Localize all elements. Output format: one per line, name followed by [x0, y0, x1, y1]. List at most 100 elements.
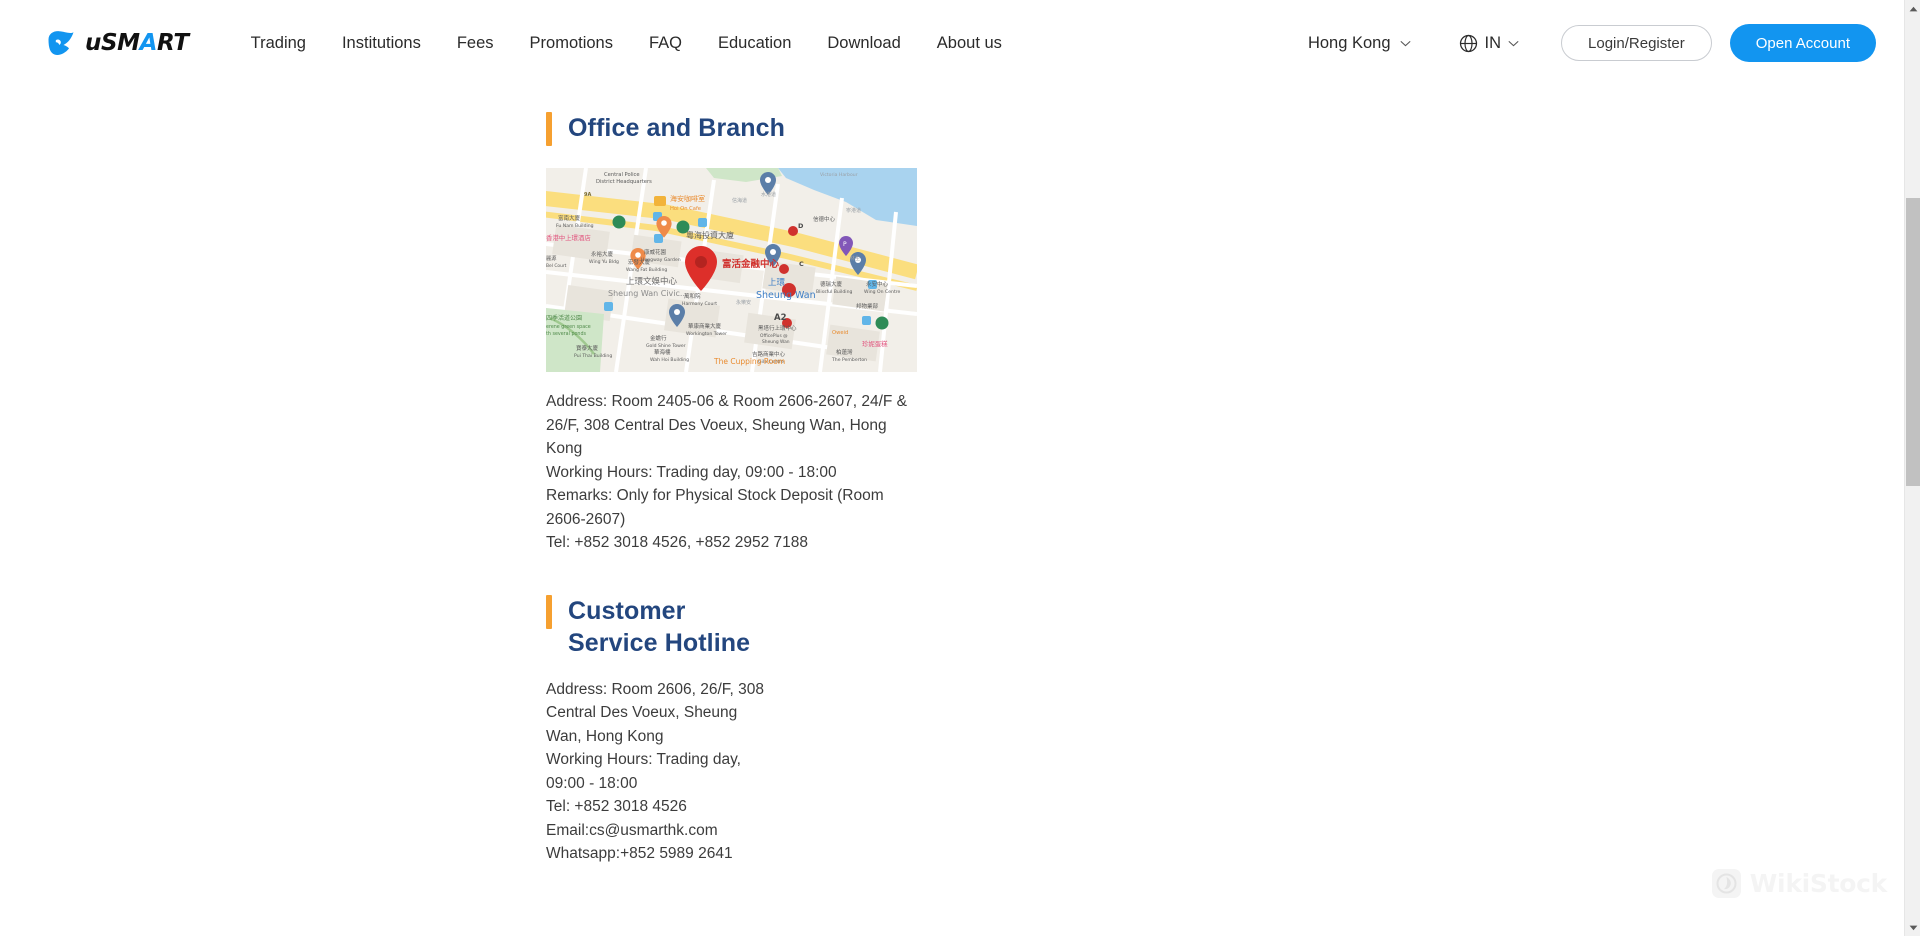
svg-text:Sheung Wan Civic...: Sheung Wan Civic... [608, 289, 688, 298]
svg-text:P: P [843, 241, 847, 248]
header-actions: Hong Kong IN Login/Register Open Account [1298, 24, 1876, 62]
svg-text:Harmony Court: Harmony Court [682, 301, 717, 307]
svg-text:A2: A2 [774, 313, 787, 323]
svg-text:District Headquarters: District Headquarters [596, 179, 652, 185]
nav-item-education[interactable]: Education [700, 0, 809, 86]
site-header: uSMART Trading Institutions Fees Promoti… [0, 0, 1904, 86]
svg-text:Gold Shine Tower: Gold Shine Tower [646, 343, 686, 349]
office-details: Address: Room 2405-06 & Room 2606-2607, … [546, 390, 926, 555]
nav-item-fees[interactable]: Fees [439, 0, 512, 86]
section-office-and-branch: Office and Branch Central Police Distric… [546, 112, 926, 555]
svg-text:德瑞大廈: 德瑞大廈 [820, 280, 843, 288]
svg-text:The Cupping Room: The Cupping Room [713, 357, 785, 366]
nav-item-download[interactable]: Download [809, 0, 918, 86]
svg-text:Sheung Wan: Sheung Wan [762, 339, 790, 345]
svg-text:麗源: 麗源 [546, 254, 557, 262]
section-heading-office: Office and Branch [546, 112, 926, 146]
svg-text:金蟾行: 金蟾行 [650, 334, 667, 342]
svg-text:粵海投資大廈: 粵海投資大廈 [686, 230, 734, 240]
svg-text:D: D [798, 222, 804, 230]
svg-text:華海樓: 華海樓 [654, 348, 671, 356]
svg-text:Oweid: Oweid [832, 330, 848, 336]
brand-wordmark: uSMART [85, 30, 189, 56]
svg-text:珍妮蛋糕: 珍妮蛋糕 [862, 339, 888, 348]
login-register-button[interactable]: Login/Register [1561, 25, 1712, 61]
svg-text:Bel Court: Bel Court [546, 263, 567, 269]
svg-text:永裕大廈: 永裕大廈 [591, 250, 614, 258]
svg-text:Wah Hoi Building: Wah Hoi Building [650, 357, 689, 363]
svg-text:四季活道公園: 四季活道公園 [546, 314, 582, 322]
svg-text:康威花園: 康威花園 [644, 248, 667, 256]
svg-text:寶泰大廈: 寶泰大廈 [576, 344, 599, 352]
svg-text:Hoi On Cafe: Hoi On Cafe [670, 206, 701, 212]
scroll-up-arrow-icon[interactable] [1905, 0, 1920, 17]
hotline-email: Email:cs@usmarthk.com [546, 821, 718, 839]
wikistock-logo-icon [1711, 869, 1741, 898]
nav-item-faq[interactable]: FAQ [631, 0, 700, 86]
usmart-bird-logo-icon [48, 30, 74, 55]
office-address: Address: Room 2405-06 & Room 2606-2607, … [546, 393, 908, 457]
svg-text:Wing Yu Bldg: Wing Yu Bldg [589, 259, 619, 265]
language-label: IN [1484, 33, 1502, 52]
wikistock-watermark: WikiStock [1711, 869, 1888, 898]
svg-text:香港中上環酒店: 香港中上環酒店 [546, 233, 591, 242]
svg-text:富活金融中心: 富活金融中心 [722, 258, 780, 270]
svg-text:永樂安: 永樂安 [736, 299, 751, 306]
hotline-working-hours: Working Hours: Trading day, 09:00 - 18:0… [546, 751, 741, 792]
svg-text:Wang Fat Building: Wang Fat Building [626, 267, 667, 273]
svg-text:9A: 9A [584, 192, 591, 198]
globe-icon [1459, 34, 1477, 52]
main-navigation: Trading Institutions Fees Promotions FAQ… [233, 0, 1020, 86]
brand-logo[interactable]: uSMART [46, 30, 189, 57]
hotline-tel: Tel: +852 3018 4526 [546, 798, 687, 815]
svg-text:黑塔行上環中心: 黑塔行上環中心 [758, 324, 797, 332]
svg-text:Workington Tower: Workington Tower [686, 331, 727, 337]
heading-accent-bar [546, 112, 552, 146]
svg-text:erene green space: erene green space [546, 324, 591, 330]
section-customer-service-hotline: Customer Service Hotline Address: Room 2… [546, 594, 926, 866]
nav-item-promotions[interactable]: Promotions [512, 0, 631, 86]
svg-text:Hongway Garden: Hongway Garden [641, 257, 681, 263]
vertical-scrollbar[interactable] [1904, 0, 1920, 936]
svg-text:邦物業部: 邦物業部 [856, 302, 879, 310]
page-title-hotline: Customer Service Hotline [568, 596, 751, 658]
hotline-whatsapp: Whatsapp:+852 5989 2641 [546, 845, 733, 862]
svg-text:Fu Nam Building: Fu Nam Building [556, 223, 594, 229]
office-working-hours: Working Hours: Trading day, 09:00 - 18:0… [546, 463, 837, 481]
svg-text:Wing On Centre: Wing On Centre [864, 289, 901, 295]
chevron-down-icon [1400, 40, 1410, 46]
section-heading-hotline: Customer Service Hotline [546, 594, 926, 660]
svg-text:The Pemberton: The Pemberton [831, 357, 867, 363]
svg-text:th several ponds: th several ponds [546, 331, 587, 337]
svg-text:信海道: 信海道 [732, 197, 747, 204]
svg-text:富南大廈: 富南大廈 [558, 214, 581, 222]
nav-item-about-us[interactable]: About us [919, 0, 1020, 86]
svg-text:上環: 上環 [768, 278, 786, 288]
main-content: Office and Branch Central Police Distric… [546, 86, 926, 866]
region-selector[interactable]: Hong Kong [1298, 34, 1421, 53]
svg-text:海安咖啡室: 海安咖啡室 [670, 194, 705, 203]
open-account-button[interactable]: Open Account [1729, 24, 1876, 62]
wikistock-watermark-text: WikiStock [1749, 869, 1888, 898]
scroll-down-arrow-icon[interactable] [1905, 919, 1920, 936]
nav-item-trading[interactable]: Trading [233, 0, 324, 86]
svg-text:永安中心: 永安中心 [866, 280, 889, 288]
brand-accent-letter: A [139, 30, 158, 56]
svg-text:OfficePlus @: OfficePlus @ [760, 333, 788, 339]
svg-text:Sheung Wan: Sheung Wan [756, 290, 816, 301]
svg-text:林生: 林生 [850, 255, 860, 262]
svg-text:水港道: 水港道 [761, 191, 776, 198]
hotline-details: Address: Room 2606, 26/F, 308 Central De… [546, 678, 774, 866]
svg-text:Pui Thai Building: Pui Thai Building [574, 353, 612, 359]
svg-text:Central Police: Central Police [604, 172, 640, 178]
heading-accent-bar [546, 594, 552, 629]
svg-text:上環文娛中心: 上環文娛中心 [626, 276, 678, 287]
region-label: Hong Kong [1307, 33, 1391, 52]
office-location-map[interactable]: Central Police District Headquarters 富南大… [546, 168, 917, 372]
scrollbar-thumb[interactable] [1906, 198, 1920, 486]
svg-text:Victoria Harbour: Victoria Harbour [820, 172, 858, 178]
language-selector[interactable]: IN [1449, 34, 1530, 53]
nav-item-institutions[interactable]: Institutions [324, 0, 439, 86]
svg-text:華康商業大廈: 華康商業大廈 [688, 322, 722, 330]
svg-text:Blissful Building: Blissful Building [816, 289, 852, 295]
